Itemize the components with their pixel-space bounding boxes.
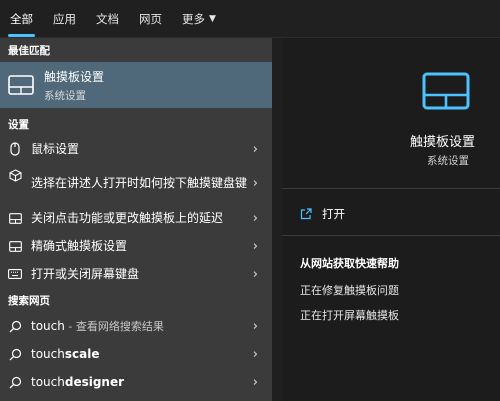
chevron-right-icon[interactable]: › bbox=[248, 375, 258, 390]
settings-item-precision-touchpad[interactable]: 精确式触摸板设置 › bbox=[0, 232, 272, 260]
settings-item-label: 打开或关闭屏幕键盘 bbox=[31, 266, 140, 281]
settings-item-label: 选择在讲述人打开时如何按下触摸键盘键 bbox=[31, 175, 248, 190]
settings-item-tap-delay[interactable]: 关闭点击功能或更改触摸板上的延迟 › bbox=[0, 204, 272, 232]
touchpad-icon bbox=[8, 75, 34, 95]
chevron-right-icon[interactable]: › bbox=[248, 239, 258, 254]
search-icon bbox=[8, 347, 22, 361]
web-result-text: touchdesigner bbox=[31, 374, 248, 391]
tab-apps-label: 应用 bbox=[53, 11, 76, 26]
settings-item-label: 关闭点击功能或更改触摸板上的延迟 bbox=[31, 210, 224, 225]
tab-more-label: 更多 bbox=[182, 11, 205, 26]
tab-web-label: 网页 bbox=[139, 11, 162, 26]
chevron-right-icon[interactable]: › bbox=[248, 211, 258, 226]
help-link-fix-touchpad[interactable]: 正在修复触摸板问题 bbox=[300, 282, 399, 298]
web-result-query: touch bbox=[31, 374, 65, 389]
help-section-title: 从网站获取快速帮助 bbox=[300, 257, 399, 270]
preview-panel: 触摸板设置 系统设置 打开 从网站获取快速帮助 正在修复触摸板问题 正在打开屏幕… bbox=[282, 38, 500, 401]
settings-item-onscreen-keyboard[interactable]: 打开或关闭屏幕键盘 › bbox=[0, 260, 272, 288]
preview-title: 触摸板设置 bbox=[410, 135, 476, 150]
best-match-title: 触摸板设置 bbox=[44, 69, 105, 84]
open-action[interactable]: 打开 bbox=[300, 206, 345, 222]
chevron-down-icon: ▼ bbox=[209, 13, 216, 24]
tab-documents[interactable]: 文档 bbox=[86, 0, 129, 37]
settings-item-narrator-keyboard[interactable]: 选择在讲述人打开时如何按下触摸键盘键 › bbox=[0, 162, 272, 204]
divider bbox=[282, 235, 500, 236]
tab-documents-label: 文档 bbox=[96, 11, 119, 26]
tab-web[interactable]: 网页 bbox=[129, 0, 172, 37]
web-result-touch[interactable]: touch - 查看网络搜索结果 › bbox=[0, 312, 272, 340]
settings-item-label: 鼠标设置 bbox=[31, 141, 80, 156]
web-result-touchdesigner[interactable]: touchdesigner › bbox=[0, 368, 272, 396]
help-link-open-touchpad[interactable]: 正在打开屏幕触摸板 bbox=[300, 307, 399, 323]
open-label: 打开 bbox=[322, 207, 345, 221]
touchpad-icon bbox=[422, 72, 470, 110]
open-external-icon bbox=[300, 208, 312, 220]
cube-icon bbox=[8, 168, 22, 182]
section-settings: 设置 bbox=[8, 118, 29, 131]
web-result-completion: designer bbox=[64, 374, 125, 389]
web-result-query: touch bbox=[31, 318, 65, 333]
divider bbox=[282, 188, 500, 189]
settings-item-mouse[interactable]: 鼠标设置 › bbox=[0, 136, 272, 162]
best-match-result[interactable]: 触摸板设置 系统设置 bbox=[0, 62, 272, 108]
search-icon bbox=[8, 375, 22, 389]
preview-subtitle: 系统设置 bbox=[427, 155, 469, 167]
settings-item-label: 精确式触摸板设置 bbox=[31, 238, 128, 253]
chevron-right-icon[interactable]: › bbox=[248, 176, 258, 191]
section-web-search: 搜索网页 bbox=[8, 294, 50, 307]
tab-all-label: 全部 bbox=[10, 11, 33, 26]
chevron-right-icon[interactable]: › bbox=[248, 142, 258, 157]
web-result-hint: - 查看网络搜索结果 bbox=[64, 319, 164, 333]
web-result-query: touch bbox=[31, 346, 65, 361]
best-match-subtitle: 系统设置 bbox=[44, 89, 86, 102]
chevron-right-icon[interactable]: › bbox=[248, 319, 258, 334]
mouse-icon bbox=[8, 142, 22, 156]
touchpad-icon bbox=[8, 211, 22, 225]
web-result-completion: scale bbox=[64, 346, 100, 361]
tab-all[interactable]: 全部 bbox=[0, 0, 43, 37]
tab-apps[interactable]: 应用 bbox=[43, 0, 86, 37]
chevron-right-icon[interactable]: › bbox=[248, 267, 258, 282]
tab-more[interactable]: 更多 ▼ bbox=[172, 0, 226, 37]
web-result-text: touchscale bbox=[31, 346, 248, 363]
chevron-right-icon[interactable]: › bbox=[248, 347, 258, 362]
web-result-touchscale[interactable]: touchscale › bbox=[0, 340, 272, 368]
touchpad-icon bbox=[8, 239, 22, 253]
keyboard-icon bbox=[8, 267, 22, 281]
section-best-match: 最佳匹配 bbox=[8, 44, 50, 57]
web-result-text: touch - 查看网络搜索结果 bbox=[31, 318, 248, 335]
results-panel: 最佳匹配 触摸板设置 系统设置 设置 鼠标设置 › 选择在讲述人打开时如何按下触… bbox=[0, 38, 272, 401]
search-icon bbox=[8, 319, 22, 333]
search-filter-tabs: 全部 应用 文档 网页 更多 ▼ bbox=[0, 0, 500, 38]
